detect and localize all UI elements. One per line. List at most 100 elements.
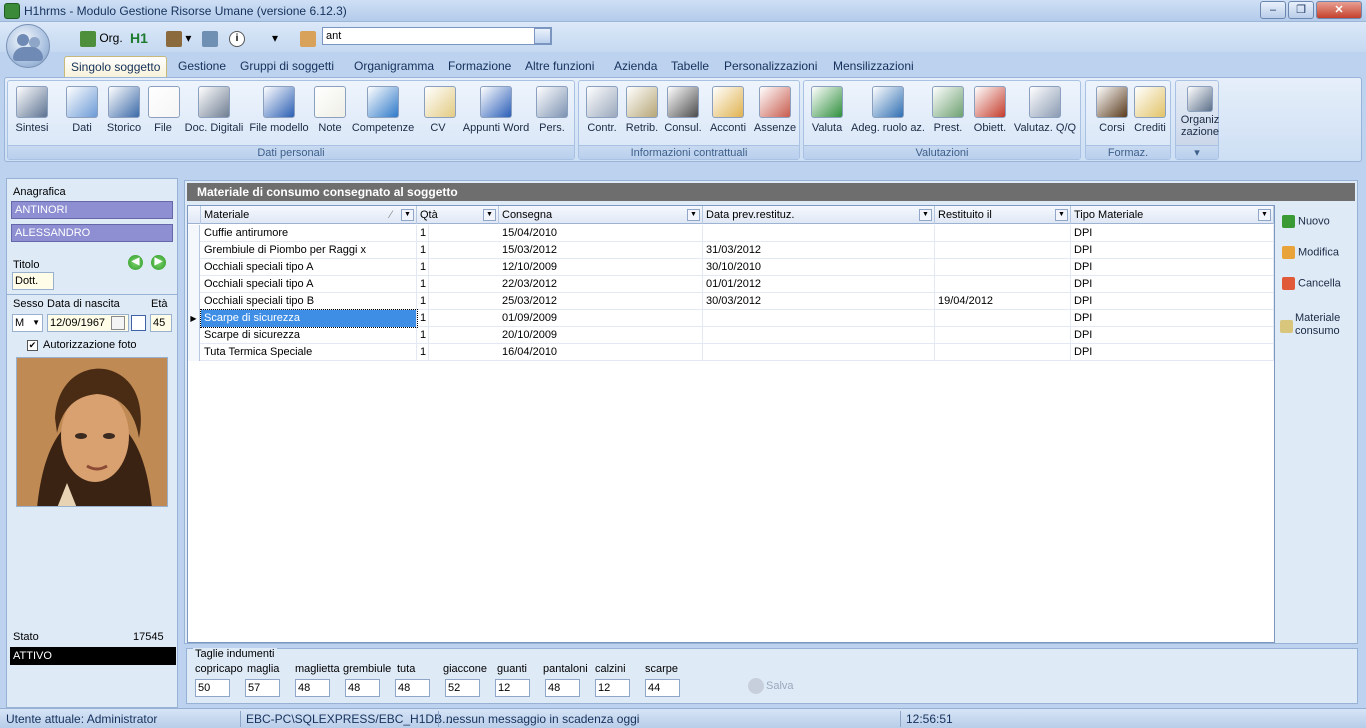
row-selector[interactable] (188, 327, 200, 344)
titolo-field[interactable]: Dott. (12, 272, 54, 290)
column-header-materiale[interactable]: Materiale ⁄ ▼ (201, 206, 417, 224)
filter-dropdown-icon[interactable]: ▼ (919, 209, 932, 221)
size-input[interactable]: 48 (395, 679, 430, 697)
size-input[interactable]: 50 (195, 679, 230, 697)
search-input[interactable] (322, 27, 552, 45)
column-header-data-prev-restituz[interactable]: Data prev.restituz. ▼ (703, 206, 935, 224)
ribbon-button-6[interactable]: Note (314, 84, 346, 142)
table-row[interactable]: ▶ Scarpe di sicurezza 1 01/09/2009 DPI (188, 309, 1274, 328)
close-button[interactable]: ✕ (1316, 1, 1362, 19)
size-input[interactable]: 48 (295, 679, 330, 697)
row-selector[interactable] (188, 259, 200, 276)
table-row[interactable]: Tuta Termica Speciale 1 16/04/2010 DPI (188, 344, 1274, 361)
tab-mensilizzazioni[interactable]: Mensilizzazioni (827, 56, 920, 78)
ribbon-button-12[interactable]: Retrib. (624, 84, 660, 142)
cabinet-button[interactable]: ▾ (166, 29, 191, 47)
ribbon-button-17[interactable]: Adeg. ruolo az. (850, 84, 926, 142)
size-input[interactable]: 57 (245, 679, 280, 697)
current-row-arrow-icon[interactable]: ▶ (188, 310, 200, 327)
application-menu-button[interactable] (6, 24, 50, 68)
table-row[interactable]: Cuffie antirumore 1 15/04/2010 DPI (188, 225, 1274, 242)
row-selector[interactable] (188, 293, 200, 310)
tab-gestione[interactable]: Gestione (172, 56, 232, 78)
row-selector[interactable] (188, 242, 200, 259)
previous-arrow-icon[interactable]: ◀ (128, 255, 143, 270)
ribbon-button-13[interactable]: Consul. (664, 84, 702, 142)
ribbon-button-22[interactable]: Crediti (1132, 84, 1168, 142)
materiale-consumo-button[interactable]: Materiale consumo (1280, 312, 1340, 338)
ribbon-button-14[interactable]: Acconti (708, 84, 748, 142)
table-row[interactable]: Occhiali speciali tipo A 1 12/10/2009 30/10… (188, 259, 1274, 276)
row-selector[interactable] (188, 344, 200, 361)
minimize-button[interactable]: – (1260, 1, 1286, 19)
ribbon-button-3[interactable]: File (148, 84, 180, 142)
size-input[interactable]: 48 (345, 679, 380, 697)
row-selector[interactable] (188, 276, 200, 293)
column-header-tipo-materiale[interactable]: Tipo Materiale ▼ (1071, 206, 1274, 224)
ribbon-button-9[interactable]: Appunti Word (460, 84, 532, 142)
ribbon-button-18[interactable]: Prest. (930, 84, 966, 142)
table-row[interactable]: Occhiali speciali tipo B 1 25/03/2012 30/03… (188, 293, 1274, 310)
table-row[interactable]: Grembiule di Piombo per Raggi x 1 15/03/20… (188, 242, 1274, 259)
size-input[interactable]: 12 (595, 679, 630, 697)
tab-azienda[interactable]: Azienda (608, 56, 663, 78)
expand-chevron-icon[interactable]: ▾ (1176, 145, 1218, 159)
surname-field[interactable]: ANTINORI (11, 201, 173, 219)
ribbon-button-16[interactable]: Valuta (810, 84, 844, 142)
filter-dropdown-icon[interactable]: ▼ (687, 209, 700, 221)
size-input[interactable]: 52 (445, 679, 480, 697)
calendar-icon[interactable] (131, 315, 146, 331)
tab-tabelle[interactable]: Tabelle (665, 56, 715, 78)
tab-altre-funzioni[interactable]: Altre funzioni (519, 56, 600, 78)
tab-formazione[interactable]: Formazione (442, 56, 517, 78)
cell-materiale[interactable]: Scarpe di sicurezza (200, 309, 418, 328)
search-button[interactable] (534, 28, 551, 44)
tab-gruppi-di-soggetti[interactable]: Gruppi di soggetti (234, 56, 340, 78)
ribbon-button-4[interactable]: Doc. Digitali (184, 84, 244, 142)
salva-button[interactable]: Salva (748, 678, 794, 694)
stato-field[interactable]: ATTIVO (10, 647, 176, 665)
ribbon-button-1[interactable]: Dati (64, 84, 100, 142)
h1-button[interactable]: H1 (130, 29, 148, 47)
tab-organigramma[interactable]: Organigramma (348, 56, 440, 78)
size-input[interactable]: 44 (645, 679, 680, 697)
size-input[interactable]: 48 (545, 679, 580, 697)
filter-dropdown-icon[interactable]: ▼ (401, 209, 414, 221)
pencil-icon[interactable] (111, 316, 125, 330)
size-input[interactable]: 12 (495, 679, 530, 697)
tab-personalizzazioni[interactable]: Personalizzazioni (718, 56, 823, 78)
column-header-qta[interactable]: Qtà ▼ (417, 206, 499, 224)
filter-dropdown-icon[interactable]: ▼ (1055, 209, 1068, 221)
ribbon-button-11[interactable]: Contr. (584, 84, 620, 142)
ribbon-button-2[interactable]: Storico (104, 84, 144, 142)
org-button[interactable]: Org. (80, 29, 123, 47)
row-selector[interactable] (188, 225, 200, 242)
ribbon-button-8[interactable]: CV (424, 84, 456, 142)
filter-dropdown-icon[interactable]: ▼ (1258, 209, 1271, 221)
ribbon-button-21[interactable]: Corsi (1094, 84, 1130, 142)
next-arrow-icon[interactable]: ▶ (151, 255, 166, 270)
firstname-field[interactable]: ALESSANDRO (11, 224, 173, 242)
ribbon-button-7[interactable]: Competenze (350, 84, 416, 142)
ribbon-button-20[interactable]: Valutaz. Q/Q (1012, 84, 1078, 142)
ribbon-button-0[interactable]: Sintesi (12, 84, 52, 142)
maximize-button[interactable]: ❐ (1288, 1, 1314, 19)
autorizzazione-foto-checkbox[interactable]: ✔ (27, 340, 38, 351)
column-header-consegna[interactable]: Consegna ▼ (499, 206, 703, 224)
column-header-restituito-il[interactable]: Restituito il ▼ (935, 206, 1071, 224)
table-row[interactable]: Scarpe di sicurezza 1 20/10/2009 DPI (188, 327, 1274, 344)
tab-singolo-soggetto[interactable]: Singolo soggetto (64, 56, 168, 78)
nuovo-button[interactable]: Nuovo (1282, 215, 1330, 228)
customize-quick-access-button[interactable]: ▾ (272, 29, 278, 47)
table-row[interactable]: Occhiali speciali tipo A 1 22/03/2012 01/01… (188, 276, 1274, 293)
cancella-button[interactable]: Cancella (1282, 277, 1341, 290)
modifica-button[interactable]: Modifica (1282, 246, 1339, 259)
tools-button[interactable] (202, 29, 218, 47)
ribbon-button-10[interactable]: Pers. (536, 84, 568, 142)
filter-dropdown-icon[interactable]: ▼ (483, 209, 496, 221)
info-button[interactable]: i (229, 29, 245, 47)
ribbon-button-5[interactable]: File modello (248, 84, 310, 142)
sesso-select[interactable]: M ▼ (12, 314, 43, 332)
ribbon-button-15[interactable]: Assenze (752, 84, 798, 142)
ribbon-button-19[interactable]: Obiett. (970, 84, 1010, 142)
